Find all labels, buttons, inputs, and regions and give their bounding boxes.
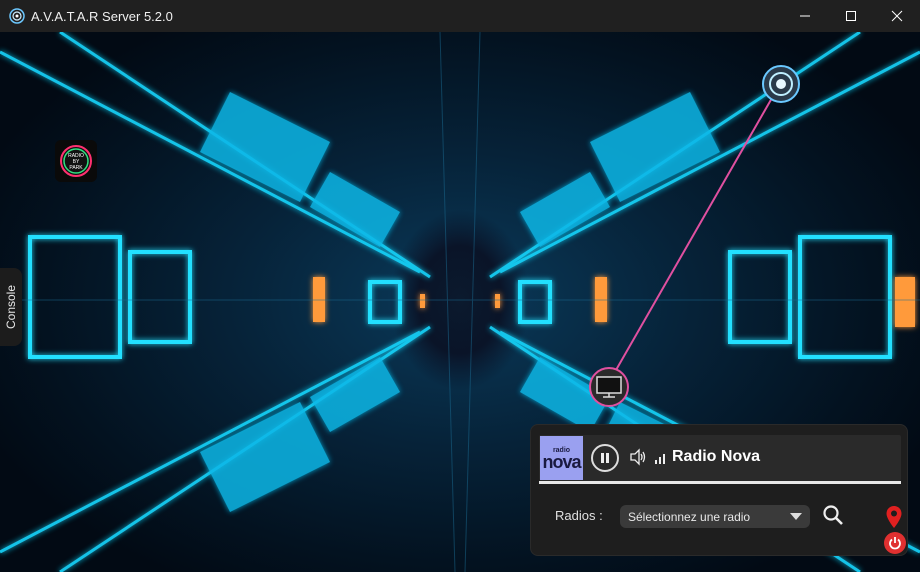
- radio-select-value: Sélectionnez une radio: [628, 509, 751, 524]
- minimize-icon: [800, 15, 810, 17]
- power-button[interactable]: [884, 532, 906, 554]
- app-icon: [9, 8, 25, 24]
- now-playing-bar: radio nova Radio Nova: [539, 435, 901, 481]
- console-tab[interactable]: Console: [0, 268, 22, 346]
- minimize-button[interactable]: [782, 0, 828, 32]
- power-icon: [889, 537, 901, 550]
- plugin-logo-line: PARK: [69, 165, 83, 171]
- station-logo: radio nova: [540, 436, 583, 480]
- maximize-button[interactable]: [828, 0, 874, 32]
- pause-icon: [601, 453, 609, 463]
- close-button[interactable]: [874, 0, 920, 32]
- plugin-logo[interactable]: RADIO BY PARK: [55, 140, 97, 182]
- radio-select[interactable]: Sélectionnez une radio: [620, 505, 810, 528]
- progress-divider: [539, 481, 901, 484]
- radio-plugin-icon: RADIO BY PARK: [60, 145, 92, 177]
- chevron-down-icon: [790, 513, 802, 520]
- search-icon[interactable]: [822, 504, 844, 526]
- radios-label: Radios :: [555, 508, 603, 523]
- signal-icon: [655, 454, 665, 464]
- volume-icon[interactable]: [629, 448, 647, 466]
- window-title: A.V.A.T.A.R Server 5.2.0: [31, 8, 173, 24]
- station-name: Radio Nova: [672, 448, 761, 465]
- station-logo-big: nova: [542, 451, 581, 472]
- pause-button[interactable]: [591, 444, 619, 472]
- radio-widget: radio nova Radio Nova Radios : Sélection…: [530, 424, 908, 556]
- server-node-icon[interactable]: [761, 64, 801, 104]
- client-monitor-icon[interactable]: [588, 366, 630, 408]
- maximize-icon: [846, 11, 856, 21]
- title-bar: A.V.A.T.A.R Server 5.2.0: [0, 0, 920, 32]
- close-icon: [891, 10, 903, 22]
- location-pin-icon[interactable]: [885, 505, 903, 529]
- console-tab-label: Console: [4, 284, 18, 330]
